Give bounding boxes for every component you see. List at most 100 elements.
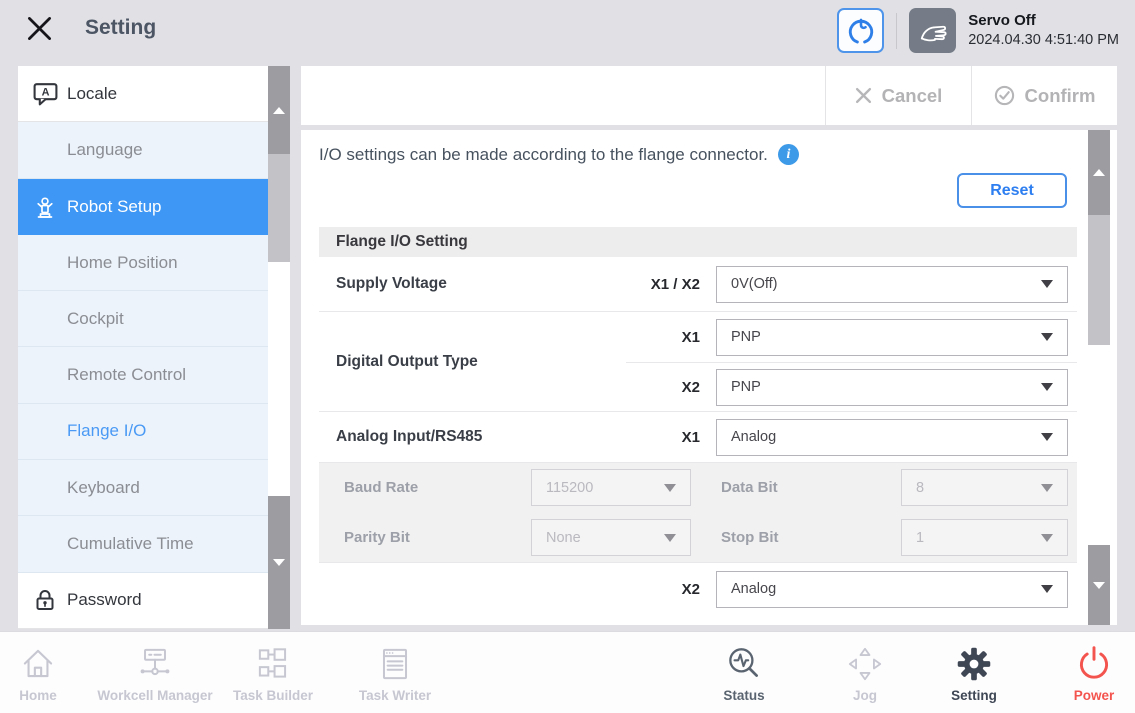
nav-item-power[interactable]: Power bbox=[1029, 641, 1135, 703]
cancel-x-icon bbox=[855, 87, 872, 104]
task-builder-icon bbox=[208, 641, 338, 687]
row-label: Analog Input/RS485 bbox=[319, 428, 580, 446]
data-bit-dropdown[interactable]: 8 bbox=[901, 469, 1068, 506]
cancel-button[interactable]: Cancel bbox=[825, 66, 971, 125]
nav-label: Setting bbox=[909, 688, 1039, 703]
digital-output-group: Digital Output Type X1 PNP X2 PNP bbox=[319, 312, 1077, 412]
sidebar-item-label: Password bbox=[67, 590, 142, 610]
chevron-down-icon bbox=[1041, 484, 1053, 492]
content-scrollbar[interactable] bbox=[1088, 130, 1110, 625]
settings-rows: Supply Voltage X1 / X2 0V(Off) Digital O… bbox=[319, 257, 1077, 615]
scroll-down-button[interactable] bbox=[268, 496, 290, 629]
sidebar-list: A Locale Language bbox=[18, 66, 268, 629]
digital-output-x2-dropdown[interactable]: PNP bbox=[716, 369, 1068, 406]
analog-x1-dropdown[interactable]: Analog bbox=[716, 419, 1068, 456]
dropdown-value: 0V(Off) bbox=[731, 276, 777, 292]
top-bar-right: Servo Off 2024.04.30 4:51:40 PM bbox=[837, 8, 1119, 53]
description-text: I/O settings can be made according to th… bbox=[319, 145, 768, 165]
supply-voltage-dropdown[interactable]: 0V(Off) bbox=[716, 266, 1068, 303]
sidebar-item-remote-control[interactable]: Remote Control bbox=[18, 347, 268, 403]
nav-item-setting[interactable]: Setting bbox=[909, 641, 1039, 703]
scroll-up-icon bbox=[273, 107, 285, 114]
workcell-manager-icon bbox=[90, 641, 220, 687]
confirm-check-icon bbox=[994, 85, 1015, 106]
sidebar-item-robot-setup[interactable]: Robot Setup bbox=[18, 179, 268, 235]
serial-settings-section: Baud Rate 115200 Data Bit 8 Parity Bit N… bbox=[319, 463, 1077, 563]
row-label: Supply Voltage bbox=[319, 275, 580, 293]
section-header: Flange I/O Setting bbox=[319, 227, 1077, 257]
nav-item-home[interactable]: Home bbox=[0, 641, 103, 703]
top-bar: Setting Servo Off 2024.04.30 4:51:40 bbox=[0, 0, 1135, 64]
sidebar-item-cockpit[interactable]: Cockpit bbox=[18, 291, 268, 347]
status-pulse-icon bbox=[679, 641, 809, 687]
action-bar: Cancel Confirm bbox=[301, 66, 1117, 125]
nav-label: Task Writer bbox=[330, 688, 460, 703]
servo-state-box[interactable] bbox=[909, 8, 956, 53]
nav-label: Workcell Manager bbox=[90, 688, 220, 703]
chevron-down-icon bbox=[1041, 280, 1053, 288]
digital-output-x1-dropdown[interactable]: PNP bbox=[716, 319, 1068, 356]
timestamp: 2024.04.30 4:51:40 PM bbox=[968, 31, 1119, 50]
info-icon[interactable]: i bbox=[778, 144, 799, 165]
sidebar-item-label: Keyboard bbox=[67, 478, 140, 498]
scrollbar-thumb[interactable] bbox=[268, 154, 290, 262]
panel-content: I/O settings can be made according to th… bbox=[319, 130, 1077, 625]
nav-item-workcell-manager[interactable]: Workcell Manager bbox=[90, 641, 220, 703]
scroll-up-button[interactable] bbox=[1088, 130, 1110, 215]
sidebar-item-cumulative-time[interactable]: Cumulative Time bbox=[18, 516, 268, 572]
sidebar-item-password[interactable]: Password bbox=[18, 573, 268, 629]
servo-status-text: Servo Off bbox=[968, 11, 1119, 31]
bottom-nav: Home Workcell Manager bbox=[0, 631, 1135, 713]
gripper-icon bbox=[846, 16, 876, 46]
stop-bit-label: Stop Bit bbox=[691, 529, 901, 546]
sidebar-item-keyboard[interactable]: Keyboard bbox=[18, 460, 268, 516]
reset-button[interactable]: Reset bbox=[957, 173, 1067, 208]
port-label: X2 bbox=[580, 379, 700, 396]
dropdown-value: 8 bbox=[916, 480, 924, 496]
nav-label: Home bbox=[0, 688, 103, 703]
sidebar-item-label: Cockpit bbox=[67, 309, 124, 329]
close-button[interactable] bbox=[24, 15, 54, 45]
scroll-down-button[interactable] bbox=[1088, 545, 1110, 625]
dropdown-value: None bbox=[546, 530, 581, 546]
robot-icon bbox=[31, 193, 59, 221]
dropdown-value: PNP bbox=[731, 329, 761, 345]
servo-info: Servo Off 2024.04.30 4:51:40 PM bbox=[968, 11, 1119, 49]
confirm-button[interactable]: Confirm bbox=[971, 66, 1117, 125]
sidebar-item-label: Locale bbox=[67, 84, 117, 104]
chevron-down-icon bbox=[1041, 333, 1053, 341]
scroll-up-button[interactable] bbox=[268, 66, 290, 154]
nav-item-task-builder[interactable]: Task Builder bbox=[208, 641, 338, 703]
sidebar-item-flange-io[interactable]: Flange I/O bbox=[18, 404, 268, 460]
nav-label: Power bbox=[1029, 688, 1135, 703]
speech-bubble-a-icon: A bbox=[31, 80, 59, 108]
nav-item-status[interactable]: Status bbox=[679, 641, 809, 703]
sidebar-item-label: Remote Control bbox=[67, 365, 186, 385]
gear-icon bbox=[909, 641, 1039, 687]
chevron-down-icon bbox=[1041, 534, 1053, 542]
port-label: X1 bbox=[580, 329, 700, 346]
dropdown-value: PNP bbox=[731, 379, 761, 395]
baud-rate-dropdown[interactable]: 115200 bbox=[531, 469, 691, 506]
close-icon bbox=[26, 15, 53, 42]
parity-bit-dropdown[interactable]: None bbox=[531, 519, 691, 556]
sidebar-scrollbar[interactable] bbox=[268, 66, 290, 629]
sidebar-item-home-position[interactable]: Home Position bbox=[18, 235, 268, 291]
sidebar-item-locale[interactable]: A Locale bbox=[18, 66, 268, 122]
nav-item-task-writer[interactable]: Task Writer bbox=[330, 641, 460, 703]
svg-text:A: A bbox=[41, 87, 49, 99]
chevron-down-icon bbox=[664, 534, 676, 542]
home-icon bbox=[0, 641, 103, 687]
scrollbar-thumb[interactable] bbox=[1088, 215, 1110, 345]
dropdown-value: Analog bbox=[731, 429, 776, 445]
chevron-down-icon bbox=[1041, 383, 1053, 391]
sidebar-item-language[interactable]: Language bbox=[18, 122, 268, 178]
hand-guide-mode-button[interactable] bbox=[837, 8, 884, 53]
analog-x2-dropdown[interactable]: Analog bbox=[716, 571, 1068, 608]
dropdown-value: 115200 bbox=[546, 480, 593, 496]
sidebar-item-label: Home Position bbox=[67, 253, 178, 273]
parity-bit-label: Parity Bit bbox=[319, 529, 531, 546]
power-icon bbox=[1029, 641, 1135, 687]
sidebar-item-label: Flange I/O bbox=[67, 421, 146, 441]
stop-bit-dropdown[interactable]: 1 bbox=[901, 519, 1068, 556]
